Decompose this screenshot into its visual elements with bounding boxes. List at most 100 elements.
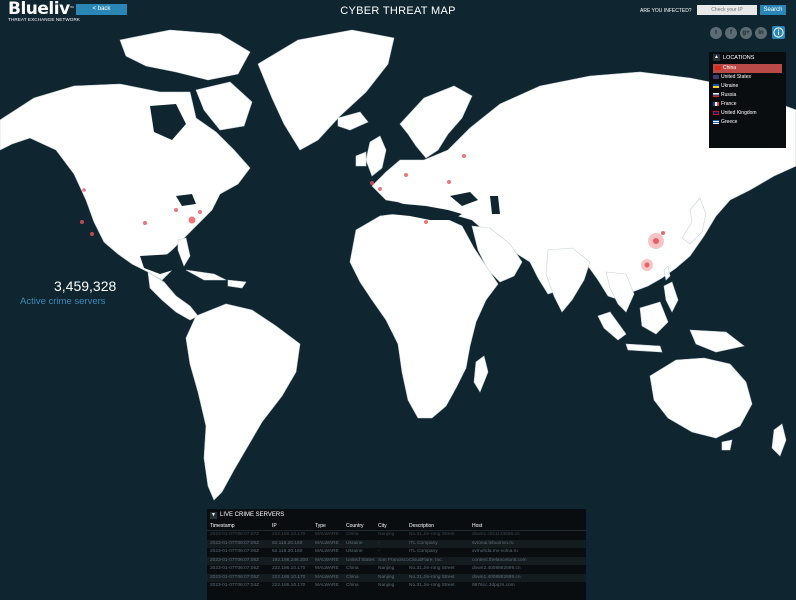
greece-flag-icon [713,119,719,124]
table-row[interactable]: 2023-01-07T06:07:05Z 222.186.10.170 MALWAR… [207,565,586,574]
cell-type: MALWARE [315,583,339,588]
header-bar: Blueliv™ THREAT EXCHANGE NETWORK < back … [0,0,796,22]
cell-ip: 222.186.10.170 [272,574,306,580]
location-item-france[interactable]: France [709,100,786,109]
twitter-icon[interactable]: t [710,27,722,39]
cell-city: Nanjing [378,574,395,580]
threat-marker-us-south [143,221,147,225]
check-ip-input[interactable] [697,5,757,15]
location-label: China [723,65,737,71]
search-button[interactable]: Search [760,5,786,15]
crime-server-count: 3,459,328 [54,278,117,294]
location-item-greece[interactable]: Greece [709,118,786,127]
central-america [147,271,199,321]
cell-host: xvmuhda.mv-volna.ru [472,549,518,554]
cell-city: Nanjing [378,583,395,588]
col-description: Description [409,523,435,529]
location-item-united-kingdom[interactable]: United Kingdom [709,109,786,118]
great-britain [365,135,387,177]
africa [349,211,499,419]
location-item-ukraine[interactable]: Ukraine [709,82,786,91]
cell-ip: 222.186.10.170 [272,583,306,588]
cell-timestamp: 2023-01-07T06:07:04Z [210,583,260,588]
location-item-china[interactable]: China [713,64,782,73]
borneo [639,301,669,335]
cell-host: down1.c511133666.cn [472,532,520,537]
threat-marker-uk [370,181,374,185]
cell-timestamp: 2023-01-07T06:07:05Z [210,557,260,563]
cell-ip: 222.186.10.170 [272,566,306,571]
cell-country: Ukraine [346,549,363,554]
chevron-up-icon[interactable]: ▲ [713,54,720,61]
cell-country: China [346,566,359,571]
cell-description: No.31,Jin-rong Street [409,574,455,580]
linkedin-icon[interactable]: in [755,27,767,39]
cell-type: MALWARE [315,566,339,571]
new-zealand [771,423,787,457]
threat-marker-us-ne [198,210,202,214]
philippines [663,281,679,313]
ukraine-flag-icon [713,83,719,88]
info-glyph-icon [773,27,784,38]
threat-marker-ukraine [447,180,451,184]
cell-country: Ukraine [346,540,363,546]
cell-type: MALWARE [315,540,339,546]
crime-server-label: Active crime servers [20,296,106,307]
table-row[interactable]: 2023-01-07T06:07:06Z 62.118.20.169 MALWARE… [207,539,586,548]
south-america [185,303,301,501]
java [625,343,663,353]
australia [649,357,753,439]
cell-ip: 192.198.246.200 [272,557,309,563]
locations-header[interactable]: ▲ LOCATIONS [709,52,786,64]
facebook-icon[interactable]: f [725,27,737,39]
location-item-russia[interactable]: Russia [709,91,786,100]
location-item-united-states[interactable]: United States [709,73,786,82]
ireland [355,151,367,167]
info-icon[interactable] [772,26,785,39]
cell-city: Nanjing [378,566,395,571]
new-guinea [689,329,745,353]
cell-city: - [378,549,380,554]
cell-timestamp: 2023-01-07T06:07:05Z [210,574,260,580]
location-label: United States [721,74,752,80]
hispaniola [227,279,247,289]
table-row[interactable]: 2023-01-07T06:07:04Z 222.186.10.170 MALWAR… [207,582,586,591]
china-flag-icon [715,65,721,70]
cell-city: Nanjing [378,532,395,537]
russia-flag-icon [713,92,719,97]
cell-ip: 62.118.20.169 [272,540,303,546]
google-plus-icon[interactable]: g+ [740,27,752,39]
live-header[interactable]: ▼ LIVE CRIME SERVERS [207,509,586,521]
cell-type: MALWARE [315,532,339,537]
table-row[interactable]: 2023-01-07T06:07:05Z 192.198.246.200 MALWA… [207,556,586,565]
greenland [257,29,395,151]
cell-timestamp: 2023-01-07T06:07:05Z [210,566,260,571]
threat-marker-russia [462,154,466,158]
cell-host: svtonai.lebuonvo.ru [472,540,514,546]
locations-panel: ▲ LOCATIONS China United States Ukraine R… [709,52,786,148]
threat-marker-nanjing-core [653,238,659,244]
chevron-down-icon[interactable]: ▼ [210,512,217,519]
us-flag-icon [713,74,719,79]
cuba [185,269,227,281]
cell-country: United States [346,557,375,563]
live-title: LIVE CRIME SERVERS [220,512,285,518]
cell-country: China [346,583,359,588]
arctic-islands [119,29,251,81]
cell-city: - [378,540,380,546]
threat-marker-us-east [188,216,196,224]
col-ip: IP [272,523,277,529]
live-crime-servers-panel: ▼ LIVE CRIME SERVERS Timestamp IP Type Co… [207,509,586,600]
madagascar [473,355,489,393]
table-row[interactable]: 2023-01-07T06:07:07Z 222.186.10.170 MALWAR… [207,531,586,540]
baffin-island [195,81,253,131]
table-row[interactable]: 2023-01-07T06:07:05Z 222.186.10.170 MALWAR… [207,573,586,582]
threat-marker-seattle [82,188,86,192]
location-label: Russia [721,92,737,98]
table-row[interactable]: 2023-01-07T06:07:06Z 62.118.20.160 MALWARE… [207,548,586,557]
cell-host: 9876cc.3dpqzs.com [472,583,515,588]
threat-marker-germany [404,173,408,177]
cell-description: No.31,Jin-rong Street [409,566,455,571]
threat-marker-south-china-core [644,262,650,268]
logo-subtitle: THREAT EXCHANGE NETWORK [8,17,81,22]
